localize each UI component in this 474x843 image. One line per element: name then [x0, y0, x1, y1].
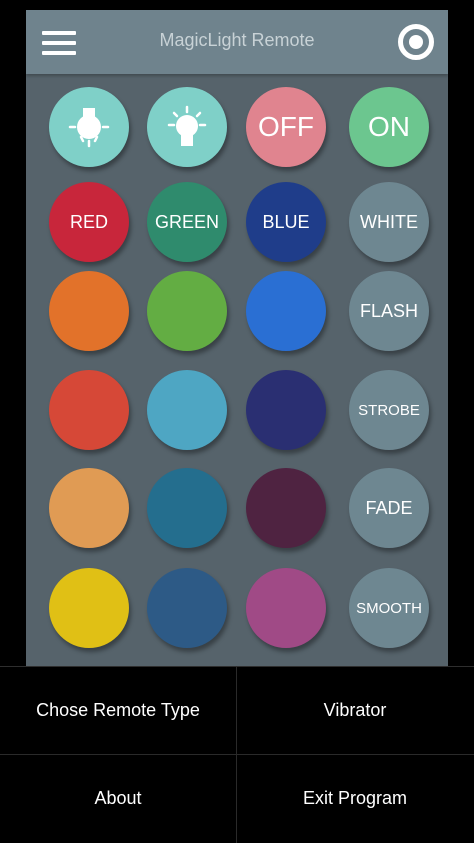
app-title: MagicLight Remote: [159, 30, 315, 50]
power-toggle-icon[interactable]: [398, 24, 434, 60]
color-button-brightness-up[interactable]: [147, 87, 227, 167]
options-menu: Chose Remote Type Vibrator About Exit Pr…: [0, 666, 474, 843]
button-label: ON: [368, 111, 410, 142]
remote-panel: MagicLight Remote OFF ON RED GREEN BLUE WHITE…: [26, 10, 448, 666]
color-button-flash[interactable]: FLASH: [349, 271, 429, 351]
color-button-fade[interactable]: FADE: [349, 468, 429, 548]
color-button-on[interactable]: ON: [349, 87, 429, 167]
color-button-steel-blue[interactable]: [147, 568, 227, 648]
color-button-white[interactable]: WHITE: [349, 182, 429, 262]
color-button-yellow[interactable]: [49, 568, 129, 648]
color-button-off[interactable]: OFF: [246, 87, 326, 167]
button-label: RED: [69, 211, 108, 232]
button-label: FADE: [365, 497, 413, 518]
color-button-green[interactable]: GREEN: [147, 182, 227, 262]
button-label: SMOOTH: [356, 599, 422, 617]
color-button-sky-blue[interactable]: [147, 370, 227, 450]
color-button-strobe[interactable]: STROBE: [349, 370, 429, 450]
color-button-plum[interactable]: [246, 468, 326, 548]
color-button-medium-blue[interactable]: [246, 271, 326, 351]
app-bar: MagicLight Remote: [26, 10, 448, 74]
color-button-light-green[interactable]: [147, 271, 227, 351]
color-button-smooth[interactable]: SMOOTH: [349, 568, 429, 648]
color-button-teal-blue[interactable]: [147, 468, 227, 548]
button-label: FLASH: [359, 300, 419, 321]
color-button-blue[interactable]: BLUE: [246, 182, 326, 262]
color-button-magenta[interactable]: [246, 568, 326, 648]
button-label: STROBE: [358, 401, 420, 419]
color-button-brightness-down[interactable]: [49, 87, 129, 167]
color-button-light-orange[interactable]: [49, 468, 129, 548]
button-label: OFF: [258, 111, 314, 142]
menu-item-vibrator[interactable]: Vibrator: [237, 667, 473, 754]
menu-item-chose-remote-type[interactable]: Chose Remote Type: [0, 667, 236, 754]
color-button-orange[interactable]: [49, 271, 129, 351]
color-button-red[interactable]: RED: [49, 182, 129, 262]
menu-item-exit-program[interactable]: Exit Program: [237, 755, 473, 842]
menu-item-about[interactable]: About: [0, 755, 236, 842]
bulb-bright-icon: [165, 105, 209, 149]
button-label: GREEN: [154, 211, 219, 232]
color-button-indigo[interactable]: [246, 370, 326, 450]
color-button-red-orange[interactable]: [49, 370, 129, 450]
bulb-dim-icon: [67, 105, 111, 149]
button-label: BLUE: [262, 211, 310, 232]
button-label: WHITE: [360, 211, 418, 232]
